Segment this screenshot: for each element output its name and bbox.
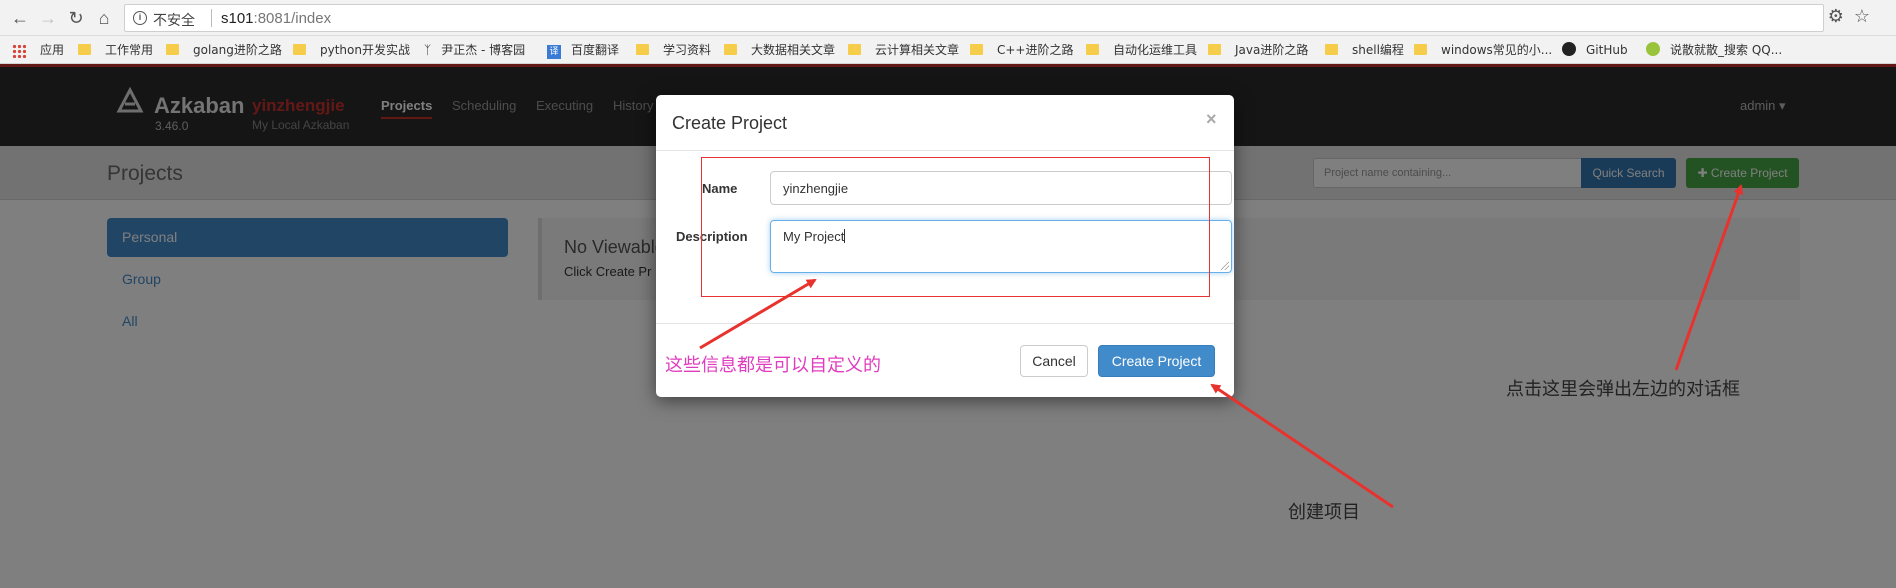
browser-actions: ⚙ ☆ xyxy=(1818,6,1870,27)
folder-icon xyxy=(848,44,861,55)
folder-icon xyxy=(78,44,91,55)
bookmark-item[interactable]: python开发实战 xyxy=(293,42,410,58)
star-icon[interactable]: ☆ xyxy=(1854,6,1870,26)
blog-icon: ᛉ xyxy=(424,43,432,57)
search-engine-icon xyxy=(1646,42,1660,56)
close-icon[interactable]: × xyxy=(1206,109,1217,130)
translate-icon[interactable]: ⚙ xyxy=(1828,6,1844,26)
bookmark-item[interactable]: 大数据相关文章 xyxy=(724,42,835,58)
apps-icon[interactable] xyxy=(12,44,26,58)
bookmark-item[interactable]: ᛉ 尹正杰 - 博客园 xyxy=(424,42,525,58)
folder-icon xyxy=(1325,44,1338,55)
create-project-submit-button[interactable]: Create Project xyxy=(1098,345,1215,377)
home-icon[interactable]: ⌂ xyxy=(92,6,116,30)
bookmark-item[interactable]: GitHub xyxy=(1562,42,1628,58)
folder-icon xyxy=(636,44,649,55)
bookmark-item[interactable]: windows常见的小... xyxy=(1414,42,1552,58)
modal-header-divider xyxy=(656,150,1234,151)
folder-icon xyxy=(1086,44,1099,55)
folder-icon xyxy=(970,44,983,55)
bookmark-item[interactable]: golang进阶之路 xyxy=(166,42,282,58)
forward-icon[interactable]: → xyxy=(36,6,60,30)
modal-footer-divider xyxy=(656,323,1234,324)
annotation-popup-hint: 点击这里会弹出左边的对话框 xyxy=(1506,379,1740,400)
folder-icon xyxy=(293,44,306,55)
bookmark-apps[interactable]: 应用 xyxy=(40,42,64,58)
folder-icon xyxy=(1414,44,1427,55)
folder-icon xyxy=(1208,44,1221,55)
bookmark-item[interactable]: shell编程 xyxy=(1325,42,1404,58)
bookmark-item[interactable]: C++进阶之路 xyxy=(970,42,1074,58)
browser-toolbar: ← → ↻ ⌂ i 不安全 s101:8081/index ⚙ ☆ xyxy=(0,0,1896,36)
bookmarks-bar: 应用 工作常用 golang进阶之路 python开发实战 ᛉ 尹正杰 - 博客园… xyxy=(0,36,1896,64)
bookmark-item[interactable]: 说散就散_搜索 QQ... xyxy=(1646,42,1782,58)
bookmark-item[interactable]: 自动化运维工具 xyxy=(1086,42,1197,58)
address-bar[interactable]: i 不安全 s101:8081/index xyxy=(124,4,1824,32)
translate-icon: 译 xyxy=(547,45,561,59)
url-text: s101:8081/index xyxy=(221,10,332,27)
bookmark-item[interactable]: 工作常用 xyxy=(78,42,153,58)
back-icon[interactable]: ← xyxy=(8,6,32,30)
github-icon xyxy=(1562,42,1576,56)
bookmark-item[interactable]: 译百度翻译 xyxy=(547,42,619,59)
bookmark-item[interactable]: 云计算相关文章 xyxy=(848,42,959,58)
folder-icon xyxy=(724,44,737,55)
bookmark-item[interactable]: Java进阶之路 xyxy=(1208,42,1308,58)
resize-grip-icon[interactable] xyxy=(1221,262,1229,270)
annotation-custom-info: 这些信息都是可以自定义的 xyxy=(665,355,881,376)
modal-title: Create Project xyxy=(672,113,788,133)
annotation-create-hint: 创建项目 xyxy=(1288,502,1360,523)
security-label: 不安全 xyxy=(153,13,195,29)
reload-icon[interactable]: ↻ xyxy=(64,6,88,30)
info-icon[interactable]: i xyxy=(133,11,147,25)
bookmark-item[interactable]: 学习资料 xyxy=(636,42,711,58)
omnibox-divider xyxy=(211,9,212,27)
highlight-frame xyxy=(701,157,1210,297)
folder-icon xyxy=(166,44,179,55)
cancel-button[interactable]: Cancel xyxy=(1020,345,1088,377)
